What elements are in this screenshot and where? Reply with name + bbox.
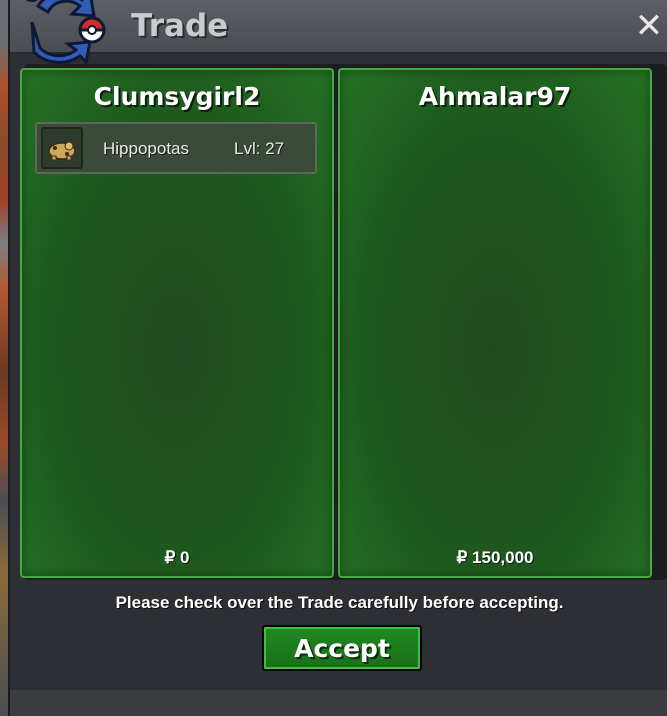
offered-pokemon-item[interactable]: Hippopotas Lvl: 27 — [35, 122, 317, 174]
partner-trainer-name: Ahmalar97 — [418, 82, 572, 111]
pokemon-level: Lvl: 27 — [234, 139, 285, 158]
accept-button[interactable]: Accept — [262, 625, 422, 671]
window-footer — [10, 690, 667, 716]
window-title: Trade — [131, 8, 229, 44]
pokemon-name: Hippopotas — [103, 139, 190, 158]
trade-window: Trade ✕ Clumsygirl2 Hippopotas Lvl: 27 ₽… — [8, 0, 667, 716]
partner-money-offer: ₽ 150,000 — [456, 548, 534, 567]
trade-notice: Please check over the Trade carefully be… — [115, 593, 564, 612]
hippopotas-sprite-icon — [41, 127, 83, 169]
my-offer-panel: Clumsygirl2 Hippopotas Lvl: 27 ₽ 0 — [20, 68, 334, 578]
my-trainer-name: Clumsygirl2 — [93, 82, 261, 111]
my-money-offer: ₽ 0 — [164, 548, 190, 567]
trade-logo-icon — [26, 0, 106, 66]
partner-offer-panel: Ahmalar97 ₽ 150,000 — [338, 68, 652, 578]
close-button[interactable]: ✕ — [633, 8, 665, 44]
